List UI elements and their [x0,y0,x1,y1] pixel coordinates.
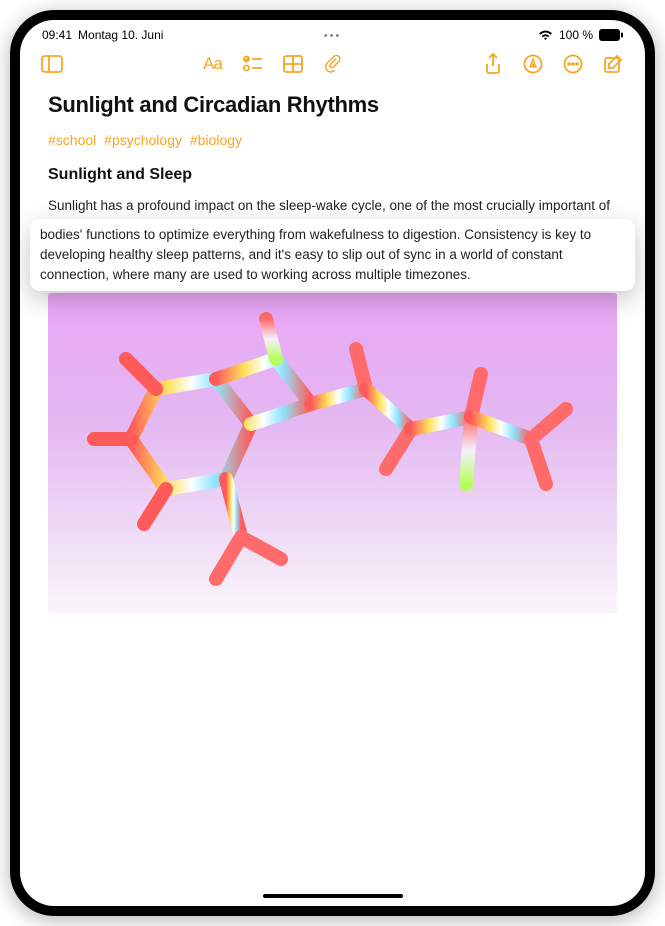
status-left: 09:41 Montag 10. Juni [42,28,163,42]
toolbar: Aa [20,44,645,88]
compose-button[interactable] [597,48,629,80]
note-image[interactable] [48,293,617,613]
multitask-dots[interactable]: ••• [324,30,342,42]
more-button[interactable] [557,48,589,80]
sidebar-toggle-button[interactable] [36,48,68,80]
share-button[interactable] [477,48,509,80]
attachment-button[interactable] [317,48,349,80]
note-tags[interactable]: #school #psychology #biology [48,132,617,148]
markup-button[interactable] [517,48,549,80]
screen: 09:41 Montag 10. Juni ••• 100 % Aa [20,20,645,906]
tag-item[interactable]: #school [48,132,96,148]
selection-popover[interactable]: bodies' functions to optimize everything… [30,219,635,292]
tag-item[interactable]: #psychology [104,132,182,148]
wifi-icon [538,30,553,41]
battery-icon [599,29,623,41]
battery-text: 100 % [559,28,593,42]
table-button[interactable] [277,48,309,80]
home-indicator[interactable] [263,894,403,898]
status-time: 09:41 [42,28,72,42]
note-content[interactable]: Sunlight and Circadian Rhythms #school #… [20,88,645,906]
tag-item[interactable]: #biology [190,132,242,148]
note-title[interactable]: Sunlight and Circadian Rhythms [48,92,617,118]
status-bar: 09:41 Montag 10. Juni ••• 100 % [20,20,645,44]
format-text-button[interactable]: Aa [197,48,229,80]
note-subheading[interactable]: Sunlight and Sleep [48,166,617,184]
status-date: Montag 10. Juni [78,28,163,42]
molecule-illustration [66,299,606,599]
ipad-frame: 09:41 Montag 10. Juni ••• 100 % Aa [10,10,655,916]
checklist-button[interactable] [237,48,269,80]
status-right: 100 % [538,28,623,42]
